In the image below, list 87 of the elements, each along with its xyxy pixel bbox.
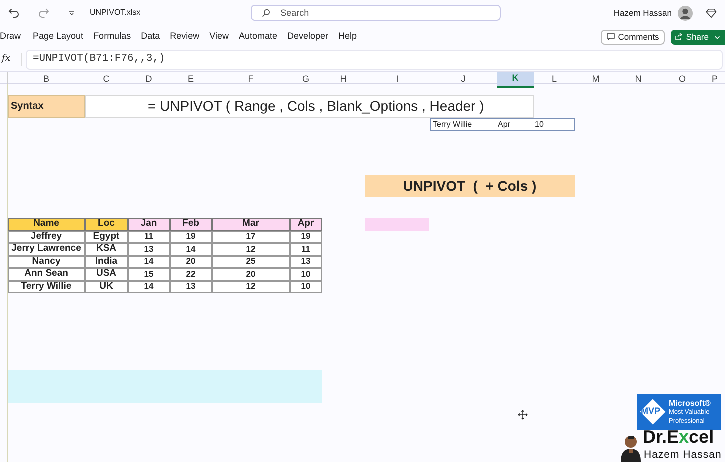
table-cell: 10 [290, 268, 322, 280]
column-heading: Jan [128, 218, 170, 230]
column-heading: Loc [85, 218, 128, 230]
column-heading: Mar [212, 218, 290, 230]
diamond-icon[interactable] [706, 8, 717, 18]
search-field[interactable]: Search [250, 5, 501, 21]
table-cell: Nancy [8, 256, 85, 268]
column-heading: Name [8, 218, 85, 230]
table-cell: Terry Willie [430, 118, 497, 131]
ribbon-tab[interactable]: Help [338, 30, 358, 44]
table-cell: 17 [212, 230, 290, 243]
table-cell: KSA [85, 243, 128, 256]
table-cell: 11 [128, 230, 170, 243]
table-cell: 20 [170, 256, 212, 268]
table-cell: India [85, 256, 128, 268]
customize-icon[interactable] [68, 9, 76, 17]
column-header[interactable]: L [534, 72, 575, 88]
ribbon-tab[interactable]: Formulas [94, 30, 132, 44]
ribbon-tab[interactable]: Developer [288, 30, 329, 44]
table-cell: 14 [128, 256, 170, 268]
table-cell: USA [85, 268, 128, 280]
syntax-formula: = UNPIVOT ( Range , Cols , Blank_Options , Header ) [85, 95, 534, 118]
column-header[interactable]: B [8, 72, 85, 88]
table-cell: 25 [212, 256, 290, 268]
brand-logo: Dr.Excel [643, 427, 714, 447]
table-cell: Terry Willie [8, 280, 85, 293]
banner-title: UNPIVOT ( + Cols ) [365, 175, 575, 197]
column-header[interactable]: F [212, 72, 290, 88]
column-heading: Feb [170, 218, 212, 230]
function-button[interactable]: fx [2, 52, 22, 66]
ribbon-tab[interactable]: Draw [0, 30, 22, 44]
badge-brand: Microsoft® [669, 398, 711, 408]
column-header[interactable]: N [617, 72, 660, 88]
table-cell: 12 [212, 280, 290, 293]
column-header[interactable]: J [430, 72, 497, 88]
table-cell: 11 [290, 243, 322, 256]
table-cell: 13 [170, 280, 212, 293]
table-cell: Apr [497, 118, 534, 131]
column-header[interactable]: G [290, 72, 322, 88]
ribbon-tab[interactable]: Page Layout [33, 30, 84, 44]
table-cell: 14 [170, 243, 212, 256]
column-header[interactable]: D [128, 72, 170, 88]
ribbon-tab[interactable]: View [210, 30, 229, 44]
table-cell: 22 [170, 268, 212, 280]
table-cell: 13 [290, 256, 322, 268]
comments-button[interactable]: Comments [601, 30, 666, 44]
column-heading: Apr [290, 218, 322, 230]
caret-icon [714, 34, 721, 40]
file-name[interactable]: UNPIVOT.xlsx [90, 7, 141, 19]
table-cell: Jeffrey [8, 230, 85, 243]
formula-field[interactable]: =UNPIVOT(B71:F76,,3,) [26, 50, 723, 70]
table-cell: 13 [128, 243, 170, 256]
column-header[interactable]: P [705, 72, 725, 88]
user-name: Hazem Hassan [614, 6, 672, 20]
share-icon [675, 33, 684, 41]
column-header[interactable]: E [170, 72, 212, 88]
table-cell: 19 [170, 230, 212, 243]
table-cell: 20 [212, 268, 290, 280]
table-cell: Jerry Lawrence [8, 243, 85, 256]
avatar-icon[interactable] [678, 6, 693, 20]
table-cell: 15 [128, 268, 170, 280]
table-cell: 14 [128, 280, 170, 293]
table-cell: 12 [212, 243, 290, 256]
highlighted-cell [365, 218, 429, 230]
ribbon-tab[interactable]: Data [141, 30, 160, 44]
column-header[interactable]: I [365, 72, 430, 88]
ribbon-tab[interactable]: Review [170, 30, 200, 44]
share-button[interactable]: Share [671, 30, 725, 44]
column-header[interactable]: O [660, 72, 705, 88]
column-header[interactable]: K [497, 72, 534, 88]
table-cell: 19 [290, 230, 322, 243]
comment-icon [607, 33, 616, 41]
search-icon [262, 9, 271, 18]
move-cursor-icon [518, 410, 528, 420]
table-cell: Ann Sean [8, 268, 85, 280]
column-header[interactable]: M [575, 72, 617, 88]
syntax-label: Syntax [8, 95, 85, 118]
ribbon-tab[interactable]: Automate [238, 30, 278, 44]
column-header[interactable]: C [85, 72, 128, 88]
badge-mark: MVP [641, 405, 661, 418]
author-name: Hazem Hassan [644, 448, 722, 462]
table-cell: 10 [290, 280, 322, 293]
table-cell: Egypt [85, 230, 128, 243]
table-cell: UK [85, 280, 128, 293]
table-cell: 10 [534, 118, 575, 131]
undo-icon[interactable] [8, 7, 20, 19]
column-header[interactable]: H [322, 72, 365, 88]
